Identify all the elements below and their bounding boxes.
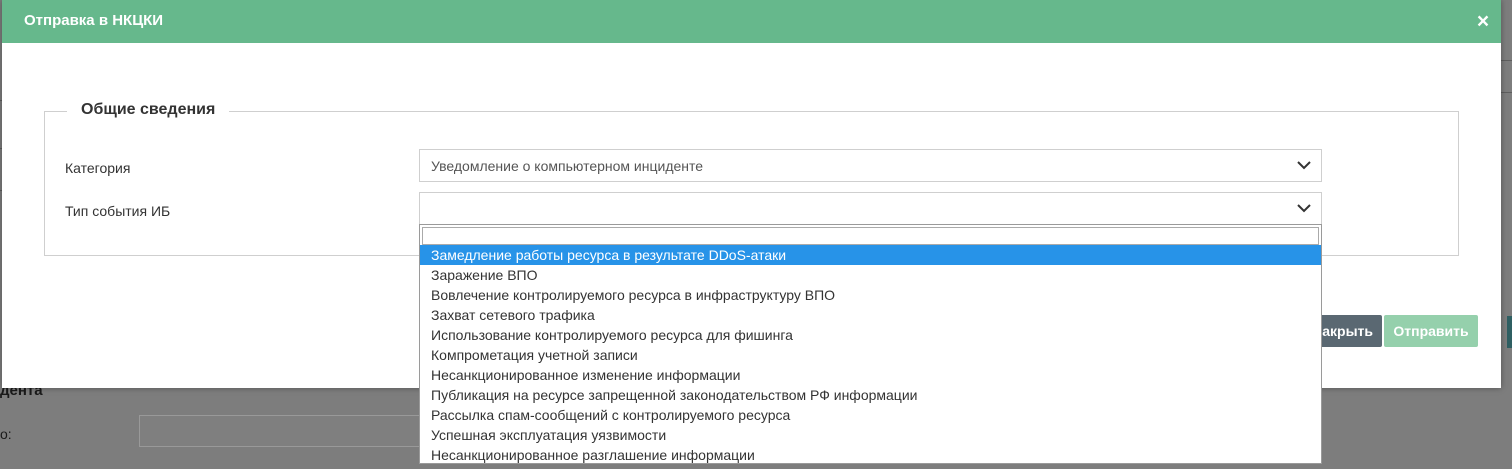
dropdown-option[interactable]: Успешная эксплуатация уязвимости xyxy=(420,425,1321,445)
dropdown-option[interactable]: Использование контролируемого ресурса дл… xyxy=(420,325,1321,345)
chevron-down-icon xyxy=(1297,204,1311,213)
background-field-label: о: xyxy=(0,426,12,442)
modal-header: Отправка в НКЦКИ × xyxy=(2,0,1501,43)
dropdown-option[interactable]: Компрометация учетной записи xyxy=(420,345,1321,365)
dropdown-option[interactable]: Заражение ВПО xyxy=(420,265,1321,285)
dropdown-option[interactable]: Несанкционированное изменение информации xyxy=(420,365,1321,385)
dropdown-option[interactable]: Захват сетевого трафика xyxy=(420,305,1321,325)
chevron-down-icon xyxy=(1297,161,1311,170)
category-select[interactable]: Уведомление о компьютерном инциденте xyxy=(419,149,1322,182)
event-type-select[interactable] xyxy=(419,192,1322,225)
background-input xyxy=(139,415,439,447)
category-select-value: Уведомление о компьютерном инциденте xyxy=(431,158,704,174)
background-button-edge xyxy=(1507,316,1512,348)
close-icon[interactable]: × xyxy=(1473,11,1493,33)
category-label: Категория xyxy=(65,160,131,176)
dropdown-option[interactable]: Рассылка спам-сообщений с контролируемог… xyxy=(420,405,1321,425)
modal-title: Отправка в НКЦКИ xyxy=(24,12,164,29)
section-title: Общие сведения xyxy=(67,101,230,119)
background-divider xyxy=(1500,60,1512,61)
event-type-label: Тип события ИБ xyxy=(65,203,171,219)
background-divider xyxy=(1500,92,1512,93)
send-button[interactable]: Отправить xyxy=(1384,315,1478,347)
event-type-dropdown: Замедление работы ресурса в результате D… xyxy=(419,224,1322,464)
dropdown-option[interactable]: Замедление работы ресурса в результате D… xyxy=(420,245,1321,265)
dropdown-option[interactable]: Публикация на ресурсе запрещенной законо… xyxy=(420,385,1321,405)
dropdown-options: Замедление работы ресурса в результате D… xyxy=(420,245,1321,465)
close-button[interactable]: Закрыть xyxy=(1312,315,1382,347)
dropdown-search-input[interactable] xyxy=(422,227,1319,245)
dropdown-option[interactable]: Вовлечение контролируемого ресурса в инф… xyxy=(420,285,1321,305)
dropdown-option[interactable]: Несанкционированное разглашение информац… xyxy=(420,445,1321,465)
